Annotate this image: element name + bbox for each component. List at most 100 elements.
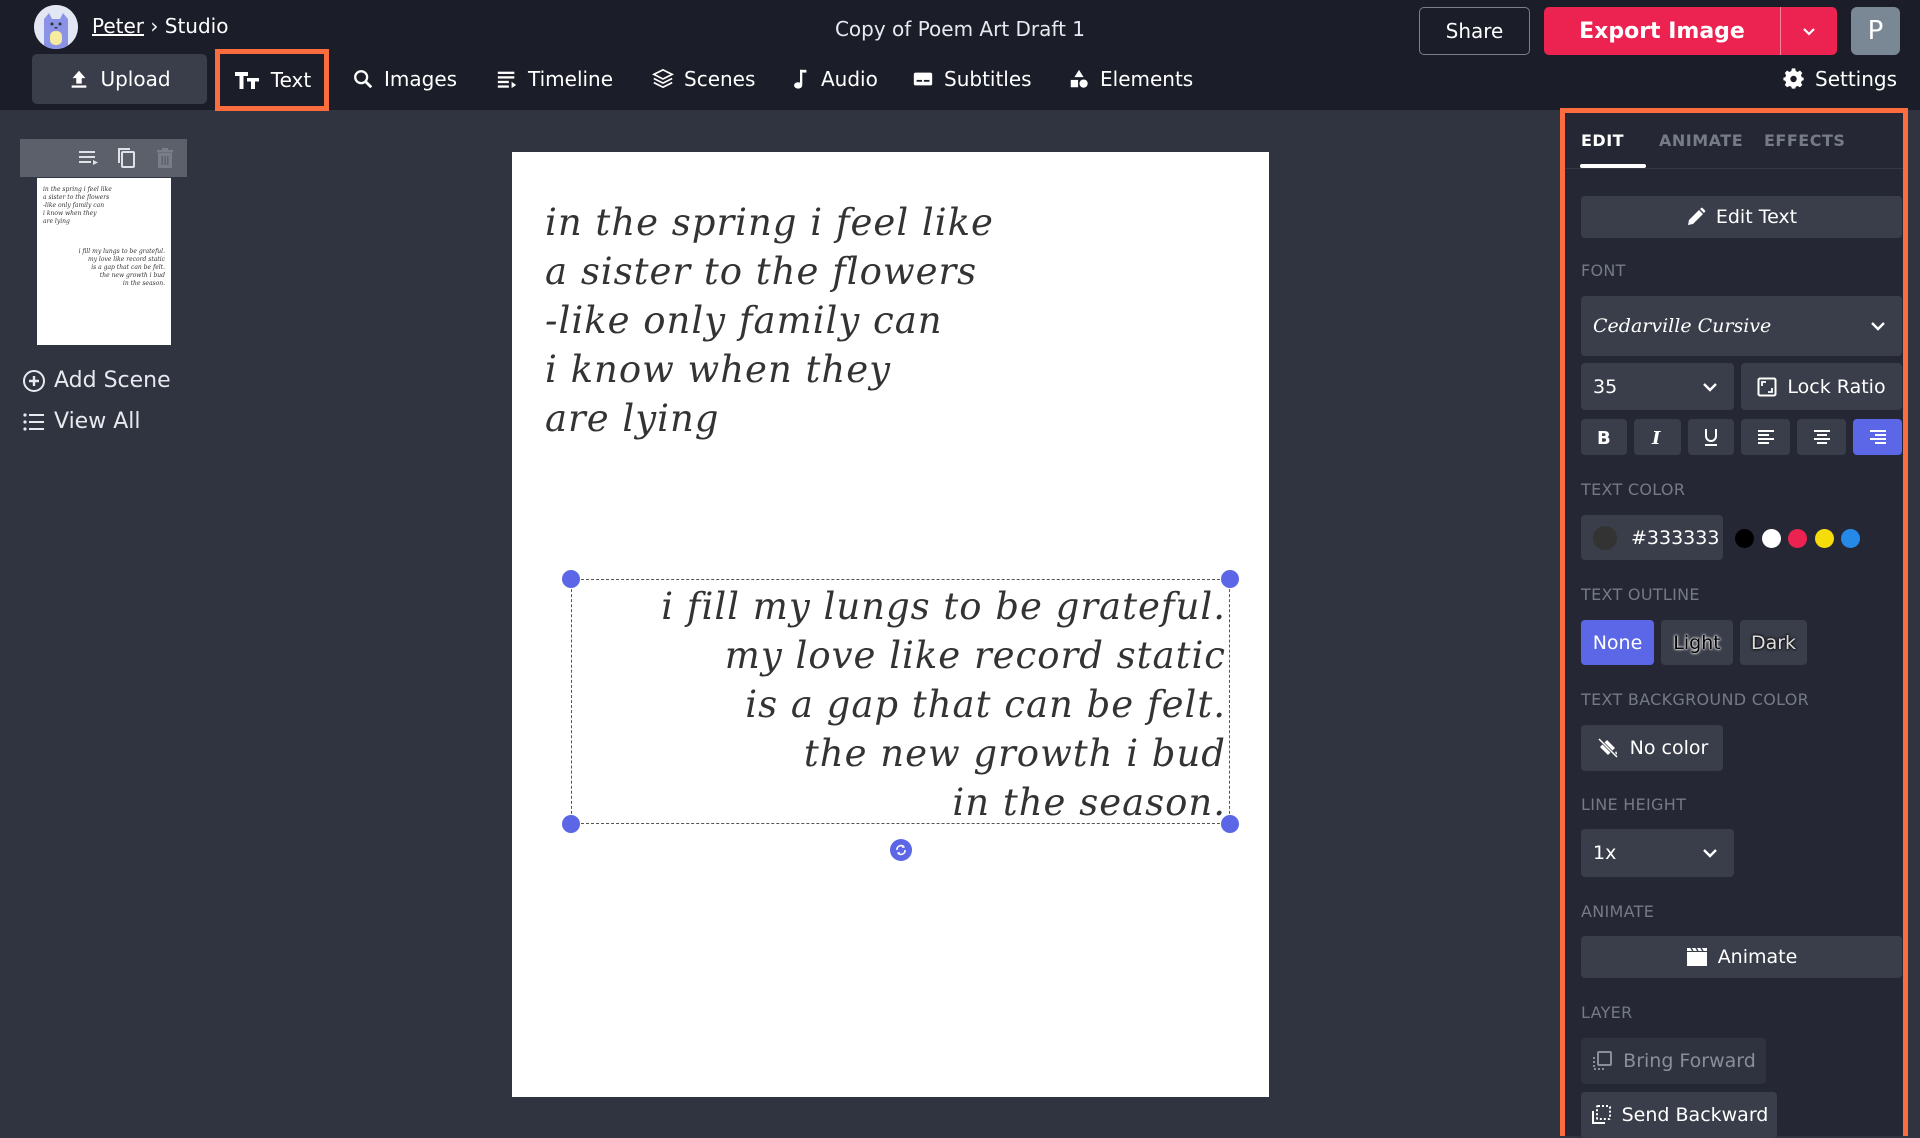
trash-icon[interactable] [153,146,177,170]
swatch-black[interactable] [1735,529,1754,548]
bring-forward-button[interactable]: Bring Forward [1581,1038,1766,1084]
document-title[interactable]: Copy of Poem Art Draft 1 [760,17,1160,41]
text-color-label: TEXT COLOR [1581,480,1686,499]
nav-upload[interactable]: Upload [32,54,207,104]
resize-handle-top-left[interactable] [562,570,580,588]
nav-text[interactable]: Text [215,49,329,111]
align-right-icon [1869,430,1886,444]
user-avatar[interactable] [34,5,78,49]
line-height-select[interactable]: 1x [1581,829,1734,877]
align-center-icon [1813,430,1830,444]
tab-animate[interactable]: ANIMATE [1659,131,1743,150]
duplicate-icon[interactable] [115,146,139,170]
poem-text-bottom[interactable]: i fill my lungs to be grateful. my love … [661,582,1226,827]
align-right-button[interactable] [1853,419,1902,455]
main-nav: Upload Text Images Timeline Scenes Audio… [0,49,1920,111]
panel-tabs: EDIT ANIMATE EFFECTS [1565,113,1903,169]
design-canvas[interactable]: in the spring i feel like a sister to th… [512,152,1269,1097]
view-all-button[interactable]: View All [22,409,140,434]
nav-timeline[interactable]: Timeline [496,54,613,104]
align-left-button[interactable] [1741,419,1790,455]
export-dropdown-button[interactable] [1781,7,1837,55]
bold-icon: B [1597,428,1611,447]
search-icon [354,70,373,89]
nav-images-label: Images [384,67,458,91]
outline-dark-button[interactable]: Dark [1740,620,1807,665]
line-height-value: 1x [1593,842,1617,864]
lock-ratio-label: Lock Ratio [1787,375,1886,398]
animate-button[interactable]: Animate [1581,936,1902,978]
chevron-down-icon [1871,322,1885,331]
add-scene-label: Add Scene [54,368,171,393]
bold-button[interactable]: B [1581,419,1627,455]
paint-bucket-slash-icon [1597,737,1618,759]
gear-icon [1783,68,1804,89]
nav-elements[interactable]: Elements [1068,54,1193,104]
chevron-down-icon [1703,849,1717,858]
text-outline-label: TEXT OUTLINE [1581,585,1700,604]
nav-audio[interactable]: Audio [789,54,878,104]
swatch-white[interactable] [1762,529,1781,548]
line-height-label: LINE HEIGHT [1581,795,1687,814]
lock-ratio-button[interactable]: Lock Ratio [1741,363,1902,410]
swatch-blue[interactable] [1841,529,1860,548]
edit-text-button[interactable]: Edit Text [1581,196,1902,238]
breadcrumb-user-link[interactable]: Peter [92,14,144,38]
nav-subtitles[interactable]: Subtitles [912,54,1032,104]
underline-icon [1705,429,1717,446]
outline-light-button[interactable]: Light [1661,620,1733,665]
edit-text-label: Edit Text [1715,206,1798,228]
swatch-red[interactable] [1788,529,1807,548]
nav-timeline-label: Timeline [528,67,614,91]
timeline-icon[interactable] [77,146,101,170]
selected-text-box[interactable]: i fill my lungs to be grateful. my love … [571,579,1230,824]
tab-effects[interactable]: EFFECTS [1764,131,1845,150]
send-backward-button[interactable]: Send Backward [1581,1092,1777,1138]
settings-label: Settings [1815,67,1898,91]
user-menu-button[interactable]: P [1851,7,1900,55]
rotate-icon [896,844,906,856]
text-icon [234,72,259,89]
rotate-handle[interactable] [890,839,912,861]
no-color-button[interactable]: No color [1581,725,1723,771]
scene-thumbnail[interactable]: in the spring i feel like a sister to th… [37,178,171,345]
nav-images[interactable]: Images [352,54,457,104]
layer-section-label: LAYER [1581,1003,1633,1022]
export-image-button[interactable]: Export Image [1544,7,1781,55]
add-scene-button[interactable]: Add Scene [22,368,171,393]
text-color-value: #333333 [1631,526,1720,549]
chevron-down-icon [1703,382,1717,392]
align-center-button[interactable] [1797,419,1846,455]
text-bg-color-label: TEXT BACKGROUND COLOR [1581,690,1810,709]
italic-button[interactable]: I [1634,419,1681,455]
nav-elements-label: Elements [1100,67,1194,91]
resize-handle-top-right[interactable] [1221,570,1239,588]
outline-none-button[interactable]: None [1581,620,1654,665]
align-left-icon [1757,430,1774,444]
export-button-group: Export Image [1544,7,1837,55]
resize-handle-bottom-left[interactable] [562,815,580,833]
resize-handle-bottom-right[interactable] [1221,815,1239,833]
text-color-picker[interactable]: #333333 [1581,515,1723,560]
share-button[interactable]: Share [1419,7,1530,55]
chevron-down-icon [1803,28,1815,36]
nav-scenes[interactable]: Scenes [652,54,755,104]
underline-button[interactable] [1688,419,1734,455]
breadcrumb: Peter › Studio [92,14,228,38]
bring-forward-label: Bring Forward [1623,1050,1756,1072]
settings-button[interactable]: Settings [1783,54,1897,104]
poem-text-top[interactable]: in the spring i feel like a sister to th… [545,198,994,443]
breadcrumb-separator: › [150,14,159,38]
breadcrumb-current: Studio [164,14,229,38]
thumb-text-top: in the spring i feel like a sister to th… [43,186,112,225]
scene-toolbar [20,139,187,177]
font-size-select[interactable]: 35 [1581,363,1734,410]
swatch-yellow[interactable] [1815,529,1834,548]
font-select[interactable]: Cedarville Cursive [1581,296,1902,356]
animate-section-label: ANIMATE [1581,902,1655,921]
tab-edit[interactable]: EDIT [1581,131,1624,150]
font-value: Cedarville Cursive [1593,315,1772,337]
layers-icon [652,68,674,89]
plus-circle-icon [23,369,45,392]
pencil-icon [1687,207,1706,225]
